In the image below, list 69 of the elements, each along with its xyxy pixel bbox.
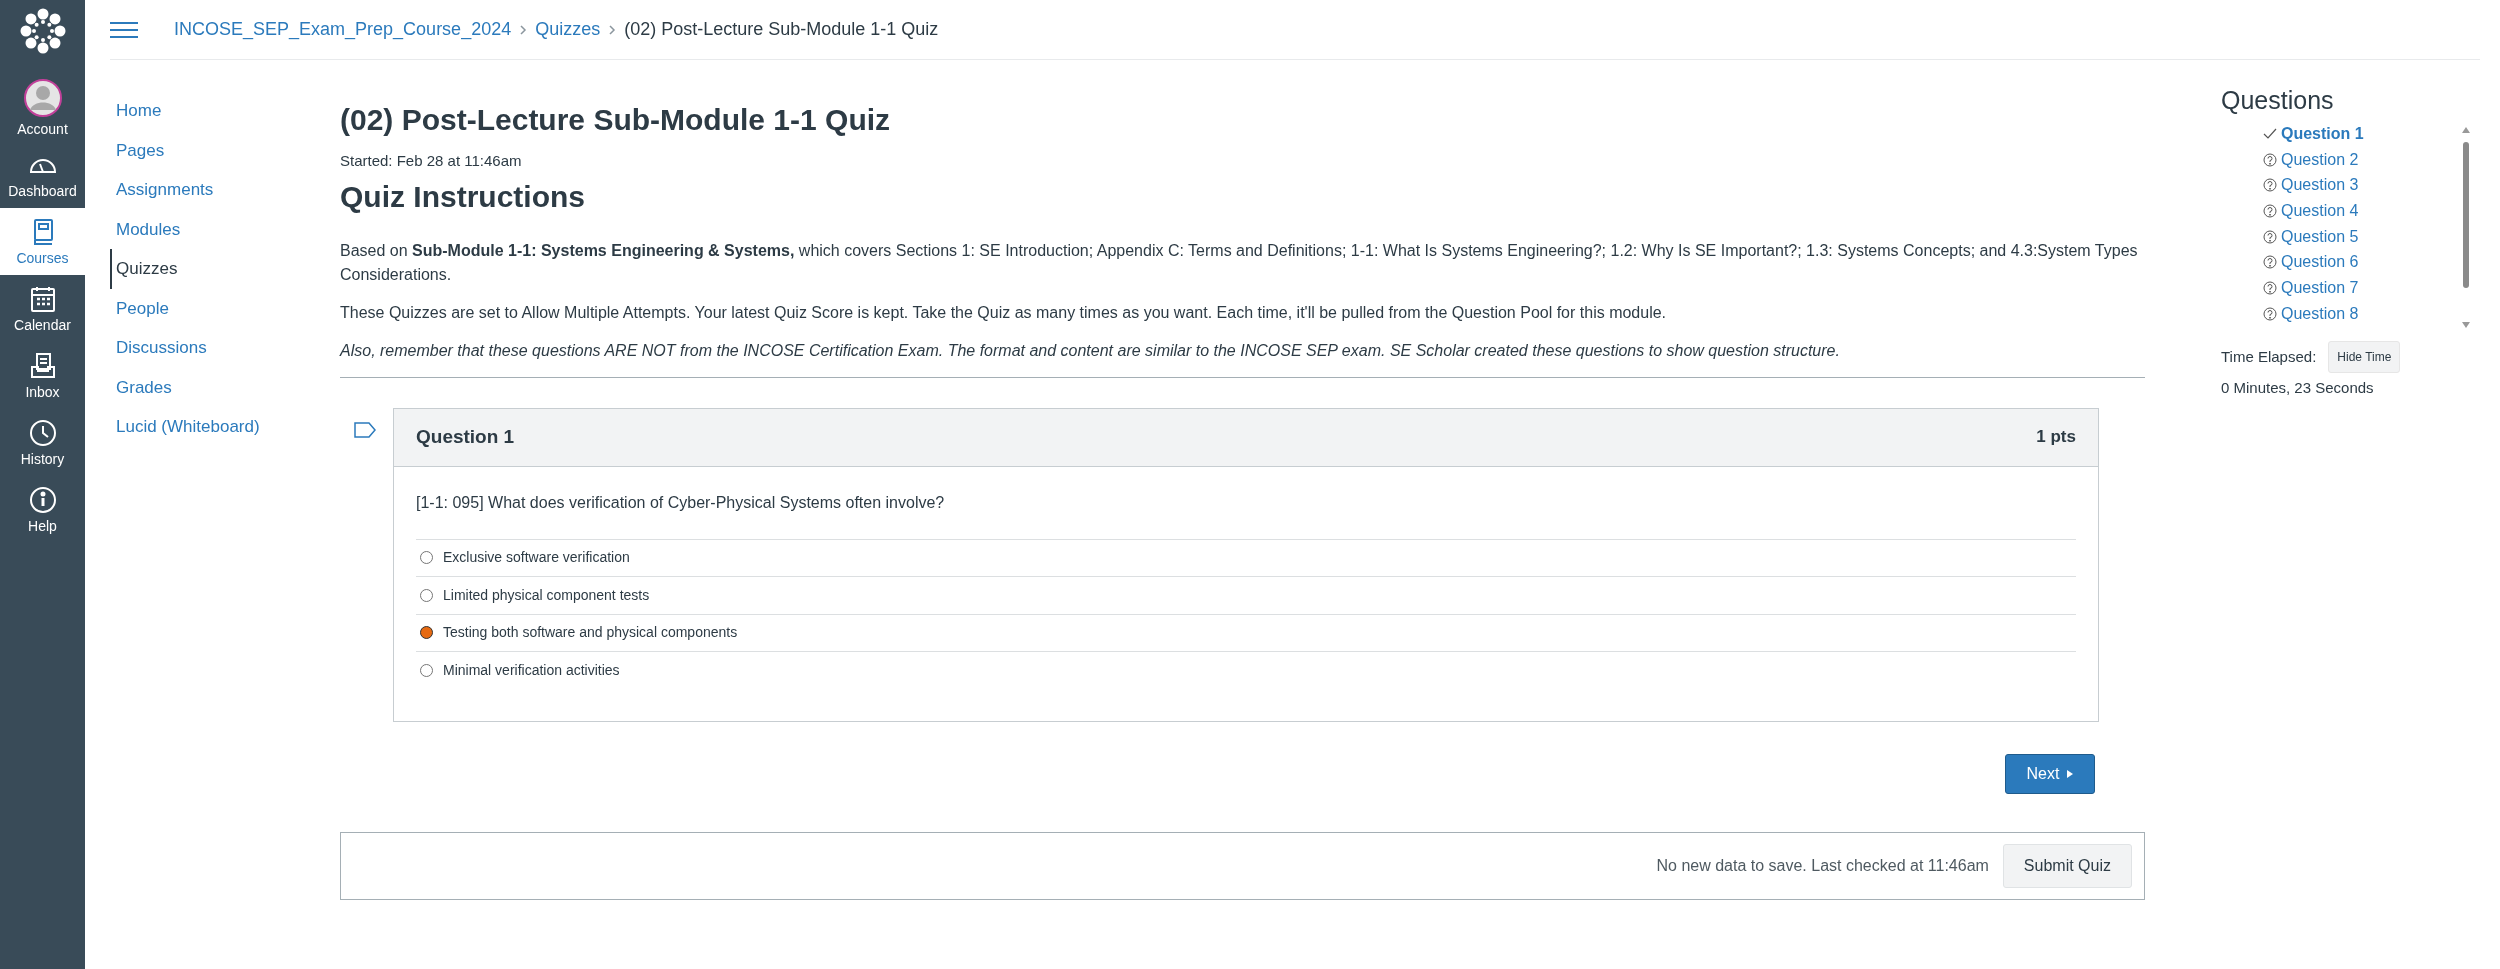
question-link[interactable]: Question 4 xyxy=(2263,198,2461,224)
question-text: [1-1: 095] What does verification of Cyber-Physical Systems often involve? xyxy=(416,492,946,513)
question-mark-icon xyxy=(2263,152,2277,167)
course-nav-link[interactable]: Pages xyxy=(110,130,340,170)
clock-icon xyxy=(27,417,58,448)
started-time: Started: Feb 28 at 11:46am xyxy=(340,151,523,171)
answer-option[interactable]: Testing both software and physical components xyxy=(416,613,2076,651)
question-mark-icon xyxy=(2263,255,2277,270)
chevron-icon xyxy=(608,23,617,36)
course-nav-link[interactable]: Assignments xyxy=(110,170,340,210)
question-title: Question 1 xyxy=(416,424,515,449)
course-nav-link[interactable]: Grades xyxy=(110,367,340,407)
check-icon xyxy=(2263,127,2277,140)
course-nav-link[interactable]: Lucid (Whiteboard) xyxy=(110,407,340,447)
course-nav-link[interactable]: Discussions xyxy=(110,328,340,368)
quiz-title: (02) Post-Lecture Sub-Module 1-1 Quiz xyxy=(340,102,892,138)
avatar-icon xyxy=(22,77,63,118)
bookmark-icon[interactable] xyxy=(354,421,376,438)
answer-option[interactable]: Limited physical component tests xyxy=(416,576,2076,614)
global-nav-item[interactable]: Dashboard xyxy=(0,141,85,208)
question-link[interactable]: Question 3 xyxy=(2263,172,2461,199)
question-link[interactable]: Question 7 xyxy=(2263,275,2461,301)
time-value: 0 Minutes, 23 Seconds xyxy=(2221,378,2375,398)
hide-time-button[interactable]: Hide Time xyxy=(2328,341,2401,373)
breadcrumb-current: (02) Post-Lecture Sub-Module 1-1 Quiz xyxy=(624,18,939,41)
radio-button[interactable] xyxy=(420,626,433,640)
radio-button[interactable] xyxy=(420,551,433,565)
breadcrumb-link[interactable]: INCOSE_SEP_Exam_Prep_Course_2024 xyxy=(174,16,512,43)
global-nav-item[interactable]: Courses xyxy=(0,208,85,275)
instructions-paragraph: Also, remember that these questions ARE NOT from the INCOSE Certification Exam. The format and content are similar to the INCOSE SEP exam. SE Scholar created these questions to show question structure. xyxy=(340,340,1841,361)
radio-button[interactable] xyxy=(420,588,433,602)
question-link[interactable]: Question 8 xyxy=(2263,300,2461,327)
answer-option[interactable]: Exclusive software verification xyxy=(416,538,2076,576)
course-nav-link[interactable]: People xyxy=(110,288,340,328)
question-link[interactable]: Question 2 xyxy=(2263,146,2461,173)
question-mark-icon xyxy=(2263,229,2277,244)
course-nav-link[interactable]: Quizzes xyxy=(110,249,340,289)
global-nav-item[interactable]: History xyxy=(0,409,85,476)
global-nav-item[interactable]: Inbox xyxy=(0,342,85,409)
question-mark-icon xyxy=(2263,178,2277,193)
menu-icon[interactable] xyxy=(110,20,138,39)
question-link[interactable]: Question 5 xyxy=(2263,223,2461,250)
scrollbar[interactable] xyxy=(2461,125,2471,330)
chevron-icon xyxy=(519,23,528,36)
radio-button[interactable] xyxy=(420,663,433,677)
logo-icon[interactable] xyxy=(19,8,66,54)
course-nav-link[interactable]: Modules xyxy=(110,209,340,249)
global-nav-item[interactable]: Account xyxy=(0,74,85,141)
breadcrumb-link[interactable]: Quizzes xyxy=(535,16,601,43)
course-nav-link[interactable]: Home xyxy=(110,91,340,131)
time-label: Time Elapsed: xyxy=(2221,346,2317,367)
questions-heading: Questions xyxy=(2221,85,2335,115)
instructions-paragraph: These Quizzes are set to Allow Multiple Attempts. Your latest Quiz Score is kept. Take the Quiz as many times as you want. Each time, it'll be pulled from the Question Pool for this module. xyxy=(340,302,1668,323)
question-link[interactable]: Question 6 xyxy=(2263,249,2461,276)
instructions-paragraph: Based on Sub-Module 1-1: Systems Engineering & Systems, which covers Sections 1: SE Introduction; Appendix C: Terms and Definitions; 1-1: What Is Systems Engineering?; 1.2: Why Is SE Important?; 1.3: Systems Concepts; and 4.3:System Types Considerations. xyxy=(340,240,2139,285)
save-status: No new data to save. Last checked at 11:46am xyxy=(1656,855,1989,876)
answer-option[interactable]: Minimal verification activities xyxy=(416,651,2076,689)
question-mark-icon xyxy=(2263,203,2277,218)
question-mark-icon xyxy=(2263,280,2277,295)
global-nav-item[interactable]: Help xyxy=(0,476,85,543)
global-nav-item[interactable]: Calendar xyxy=(0,275,85,342)
caret-icon xyxy=(2067,769,2074,778)
next-button[interactable]: Next xyxy=(2005,753,2095,794)
submit-quiz-button[interactable]: Submit Quiz xyxy=(2002,843,2132,888)
info-icon xyxy=(27,484,58,515)
question-points: 1 pts xyxy=(2036,426,2076,449)
question-link[interactable]: Question 1 xyxy=(2263,121,2461,147)
question-mark-icon xyxy=(2263,306,2277,321)
instructions-heading: Quiz Instructions xyxy=(340,178,586,215)
